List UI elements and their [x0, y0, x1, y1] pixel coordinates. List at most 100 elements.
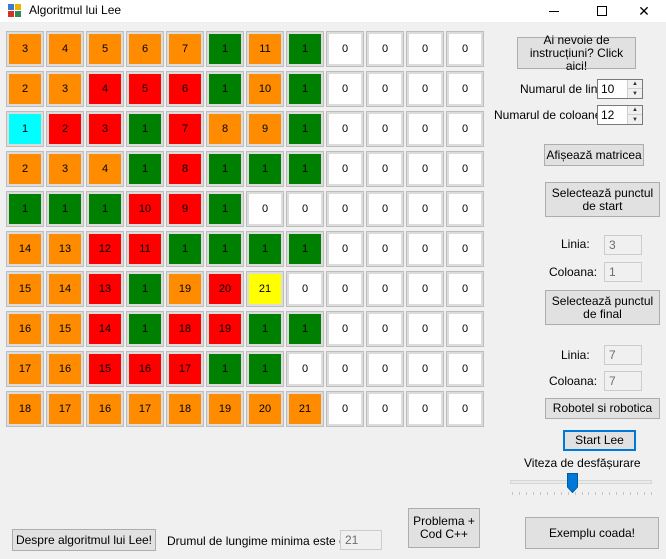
grid-cell[interactable]: 9 — [166, 191, 204, 227]
grid-cell[interactable]: 19 — [206, 311, 244, 347]
problem-code-button[interactable]: Problema + Cod C++ — [408, 508, 480, 548]
grid-cell[interactable]: 1 — [246, 151, 284, 187]
grid-cell[interactable]: 0 — [446, 271, 484, 307]
grid-cell[interactable]: 11 — [126, 231, 164, 267]
grid-cell[interactable]: 19 — [166, 271, 204, 307]
grid-cell[interactable]: 1 — [166, 231, 204, 267]
grid-cell[interactable]: 10 — [246, 71, 284, 107]
grid-cell[interactable]: 1 — [6, 191, 44, 227]
grid-cell[interactable]: 1 — [206, 231, 244, 267]
grid-cell[interactable]: 15 — [86, 351, 124, 387]
grid-cell[interactable]: 0 — [286, 351, 324, 387]
grid-cell[interactable]: 2 — [46, 111, 84, 147]
grid-cell[interactable]: 0 — [446, 231, 484, 267]
grid-cell[interactable]: 0 — [446, 151, 484, 187]
grid-cell[interactable]: 20 — [246, 391, 284, 427]
grid-cell[interactable]: 0 — [446, 71, 484, 107]
grid-cell[interactable]: 17 — [126, 391, 164, 427]
grid-cell[interactable]: 0 — [326, 191, 364, 227]
grid-cell[interactable]: 16 — [46, 351, 84, 387]
rows-spinner-arrows[interactable]: ▲ ▼ — [627, 80, 642, 98]
grid-cell[interactable]: 3 — [46, 151, 84, 187]
grid-cell[interactable]: 0 — [406, 31, 444, 67]
grid-cell[interactable]: 5 — [86, 31, 124, 67]
grid-cell[interactable]: 20 — [206, 271, 244, 307]
grid-cell[interactable]: 1 — [206, 71, 244, 107]
grid-cell[interactable]: 13 — [46, 231, 84, 267]
grid-cell[interactable]: 15 — [46, 311, 84, 347]
grid-cell[interactable]: 14 — [46, 271, 84, 307]
maximize-button[interactable] — [580, 0, 624, 22]
grid-cell[interactable]: 0 — [406, 231, 444, 267]
instructions-button[interactable]: Ai nevoie de instrucțiuni? Click aici! — [517, 33, 636, 72]
grid-cell[interactable]: 1 — [246, 231, 284, 267]
spin-up-icon[interactable]: ▲ — [628, 106, 642, 115]
rows-value[interactable]: 10 — [601, 82, 614, 96]
about-lee-button[interactable]: Despre algoritmul lui Lee! — [12, 529, 156, 551]
path-length-field[interactable]: 21 — [340, 530, 382, 550]
grid-cell[interactable]: 0 — [406, 351, 444, 387]
spin-down-icon[interactable]: ▼ — [628, 89, 642, 98]
show-matrix-button[interactable]: Afișează matricea — [544, 144, 644, 166]
grid-cell[interactable]: 0 — [406, 191, 444, 227]
grid-cell[interactable]: 1 — [206, 151, 244, 187]
grid-cell[interactable]: 19 — [206, 391, 244, 427]
grid-cell[interactable]: 1 — [46, 191, 84, 227]
grid-cell[interactable]: 0 — [326, 111, 364, 147]
grid-cell[interactable]: 2 — [6, 71, 44, 107]
grid-cell[interactable]: 1 — [286, 31, 324, 67]
grid-cell[interactable]: 17 — [166, 351, 204, 387]
grid-cell[interactable]: 1 — [206, 31, 244, 67]
grid-cell[interactable]: 0 — [366, 271, 404, 307]
grid-cell[interactable]: 1 — [286, 311, 324, 347]
grid-cell[interactable]: 0 — [366, 71, 404, 107]
grid-cell[interactable]: 1 — [246, 311, 284, 347]
select-start-button[interactable]: Selectează punctul de start — [545, 182, 660, 217]
grid-cell[interactable]: 16 — [126, 351, 164, 387]
grid-cell[interactable]: 8 — [206, 111, 244, 147]
grid-cell[interactable]: 18 — [6, 391, 44, 427]
grid-cell[interactable]: 1 — [286, 71, 324, 107]
start-lee-button[interactable]: Start Lee — [563, 430, 636, 451]
grid-cell[interactable]: 17 — [6, 351, 44, 387]
grid-cell[interactable]: 0 — [326, 151, 364, 187]
grid-cell[interactable]: 0 — [326, 351, 364, 387]
grid-cell[interactable]: 0 — [246, 191, 284, 227]
grid-cell[interactable]: 0 — [406, 71, 444, 107]
grid-cell[interactable]: 4 — [46, 31, 84, 67]
grid-cell[interactable]: 1 — [206, 191, 244, 227]
grid-cell[interactable]: 18 — [166, 391, 204, 427]
grid-cell[interactable]: 1 — [6, 111, 44, 147]
grid-cell[interactable]: 3 — [86, 111, 124, 147]
grid-cell[interactable]: 21 — [286, 391, 324, 427]
spin-down-icon[interactable]: ▼ — [628, 115, 642, 124]
grid-cell[interactable]: 1 — [286, 111, 324, 147]
grid-cell[interactable]: 0 — [326, 311, 364, 347]
grid-cell[interactable]: 8 — [166, 151, 204, 187]
grid-cell[interactable]: 0 — [326, 391, 364, 427]
grid-cell[interactable]: 0 — [406, 311, 444, 347]
start-row-field[interactable]: 3 — [604, 235, 642, 255]
end-row-field[interactable]: 7 — [604, 345, 642, 365]
grid-cell[interactable]: 0 — [286, 191, 324, 227]
robot-button[interactable]: Robotel si robotica — [545, 398, 660, 419]
grid-cell[interactable]: 1 — [206, 351, 244, 387]
cols-spinner[interactable]: 12 ▲ ▼ — [597, 105, 643, 125]
grid-cell[interactable]: 1 — [126, 151, 164, 187]
grid-cell[interactable]: 0 — [446, 351, 484, 387]
grid-cell[interactable]: 6 — [166, 71, 204, 107]
grid-cell[interactable]: 0 — [366, 191, 404, 227]
grid-cell[interactable]: 0 — [406, 391, 444, 427]
grid-cell[interactable]: 0 — [446, 311, 484, 347]
grid-cell[interactable]: 12 — [86, 231, 124, 267]
grid-cell[interactable]: 0 — [366, 151, 404, 187]
select-end-button[interactable]: Selectează punctul de final — [545, 290, 660, 325]
grid-cell[interactable]: 14 — [86, 311, 124, 347]
grid-cell[interactable]: 0 — [366, 351, 404, 387]
grid-cell[interactable]: 16 — [86, 391, 124, 427]
grid-cell[interactable]: 4 — [86, 151, 124, 187]
grid-cell[interactable]: 6 — [126, 31, 164, 67]
grid-cell[interactable]: 0 — [406, 271, 444, 307]
grid-cell[interactable]: 0 — [326, 271, 364, 307]
cols-spinner-arrows[interactable]: ▲ ▼ — [627, 106, 642, 124]
